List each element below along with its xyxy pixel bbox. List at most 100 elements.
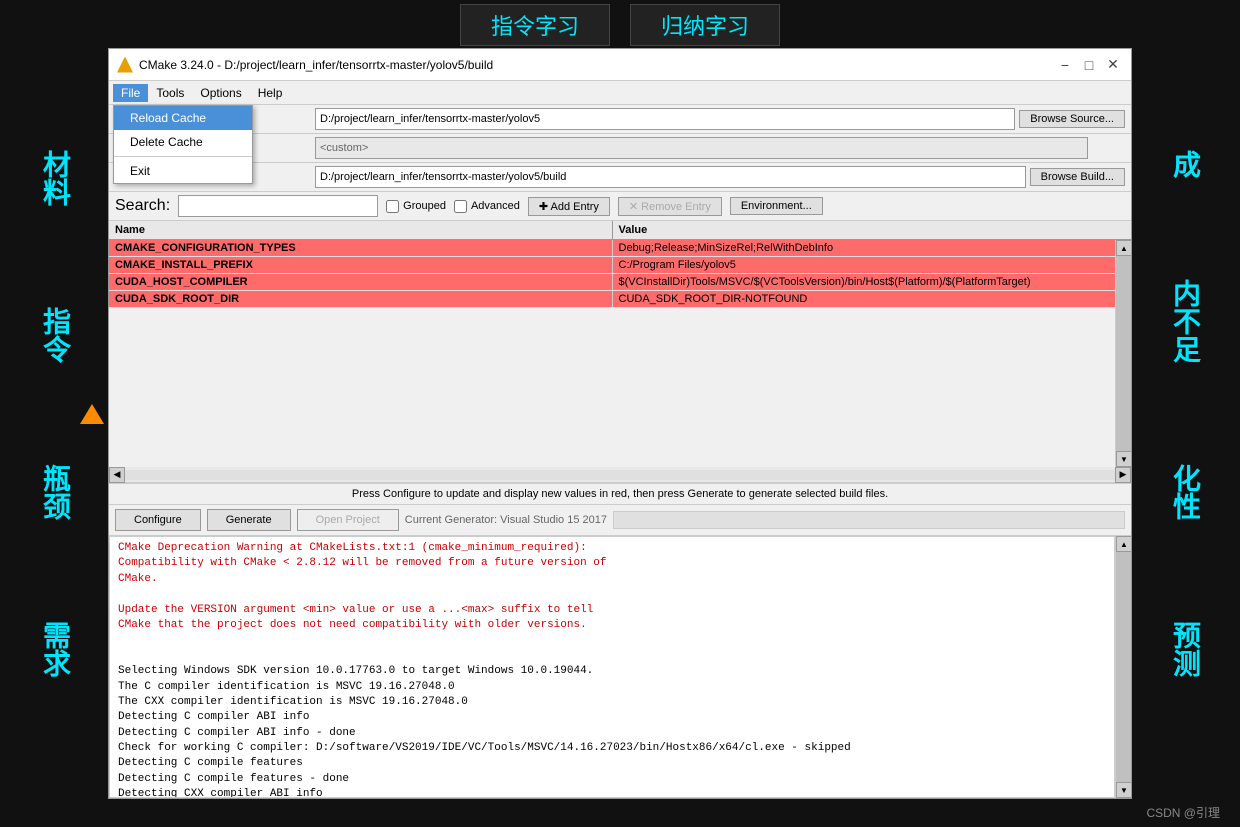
build-input[interactable] (315, 166, 1026, 188)
configure-button[interactable]: Configure (115, 509, 201, 531)
bg-bottom-text: CSDN @引理 (1146, 804, 1220, 821)
bg-btn-1[interactable]: 指令字习 (460, 4, 610, 46)
table-inner: CMAKE_CONFIGURATION_TYPES Debug;Release;… (109, 240, 1131, 467)
dropdown-divider (114, 156, 252, 157)
browse-source-button[interactable]: Browse Source... (1019, 110, 1125, 128)
log-line: Detecting C compile features (118, 756, 1106, 771)
log-line: Selecting Windows SDK version 10.0.17763… (118, 664, 1106, 679)
menu-file[interactable]: File (113, 84, 148, 102)
title-bar: CMake 3.24.0 - D:/project/learn_infer/te… (109, 49, 1131, 81)
menu-options[interactable]: Options (192, 84, 249, 102)
bg-left-text-3: 瓶颈 (35, 464, 75, 520)
table-row[interactable]: CUDA_HOST_COMPILER $(VCInstallDir)Tools/… (109, 274, 1115, 291)
vscroll-down-btn[interactable]: ▼ (1116, 451, 1131, 467)
maximize-button[interactable]: □ (1079, 55, 1099, 75)
table-row[interactable]: CMAKE_CONFIGURATION_TYPES Debug;Release;… (109, 240, 1115, 257)
bg-left-text-4: 需求 (35, 621, 75, 677)
log-line: The C compiler identification is MSVC 19… (118, 680, 1106, 695)
td-name-0: CMAKE_CONFIGURATION_TYPES (109, 240, 613, 256)
progress-bar (613, 511, 1125, 529)
table-row[interactable]: CUDA_SDK_ROOT_DIR CUDA_SDK_ROOT_DIR-NOTF… (109, 291, 1115, 308)
bg-btn-2[interactable]: 归纳字习 (630, 4, 780, 46)
build-row: Where to build the binaries: Browse Buil… (109, 163, 1131, 192)
log-line: The CXX compiler identification is MSVC … (118, 695, 1106, 710)
bg-right: 成 内不足 化性 预测 (1130, 0, 1240, 827)
vscroll-up-btn[interactable]: ▲ (1116, 240, 1131, 256)
add-entry-button[interactable]: ✚ Add Entry (528, 197, 610, 216)
arrow-up-icon (80, 404, 104, 424)
table-hscroll[interactable]: ◀ ▶ (109, 467, 1131, 483)
menu-tools[interactable]: Tools (148, 84, 192, 102)
log-line: Detecting C compile features - done (118, 772, 1106, 787)
menu-bar: File Tools Options Help Reload Cache Del… (109, 81, 1131, 105)
cmake-window: CMake 3.24.0 - D:/project/learn_infer/te… (108, 48, 1132, 799)
td-name-1: CMAKE_INSTALL_PREFIX (109, 257, 613, 273)
log-area[interactable]: CMake Deprecation Warning at CMakeLists.… (109, 536, 1115, 798)
log-vscroll-down[interactable]: ▼ (1116, 782, 1131, 798)
table-header-scroll-spacer (1115, 221, 1131, 239)
generator-text: Current Generator: Visual Studio 15 2017 (405, 514, 607, 526)
log-line (118, 649, 1106, 664)
source-row: Where is the source code: Browse Source.… (109, 105, 1131, 134)
log-line: CMake that the project does not need com… (118, 618, 1106, 633)
browse-build-button[interactable]: Browse Build... (1030, 168, 1125, 186)
td-name-2: CUDA_HOST_COMPILER (109, 274, 613, 290)
window-title: CMake 3.24.0 - D:/project/learn_infer/te… (139, 58, 1055, 72)
grouped-checkbox-label[interactable]: Grouped (386, 200, 446, 213)
vscroll-thumb[interactable] (1116, 256, 1131, 451)
close-button[interactable]: ✕ (1103, 55, 1123, 75)
grouped-label: Grouped (403, 200, 446, 212)
file-dropdown: Reload Cache Delete Cache Exit (113, 105, 253, 184)
custom-input[interactable] (315, 137, 1088, 159)
bg-bottom: CSDN @引理 (0, 797, 1240, 827)
dropdown-item-exit[interactable]: Exit (114, 159, 252, 183)
log-line: CMake. (118, 572, 1106, 587)
log-line: Update the VERSION argument <min> value … (118, 603, 1106, 618)
custom-row: ▼ (109, 134, 1131, 163)
hscroll-right-btn[interactable]: ▶ (1115, 467, 1131, 483)
table-header: Name Value (109, 221, 1131, 240)
advanced-label: Advanced (471, 200, 520, 212)
log-line: Detecting C compiler ABI info - done (118, 726, 1106, 741)
window-controls: − □ ✕ (1055, 55, 1123, 75)
open-project-button[interactable]: Open Project (297, 509, 399, 531)
dropdown-item-delete[interactable]: Delete Cache (114, 130, 252, 154)
generate-button[interactable]: Generate (207, 509, 291, 531)
menu-help[interactable]: Help (250, 84, 291, 102)
cmake-icon (117, 57, 133, 73)
search-input[interactable] (178, 195, 378, 217)
bg-left-text-1: 材料 (35, 150, 75, 206)
log-vscroll-thumb[interactable] (1116, 552, 1131, 782)
grouped-checkbox[interactable] (386, 200, 399, 213)
dropdown-item-reload[interactable]: Reload Cache (114, 106, 252, 130)
advanced-checkbox-label[interactable]: Advanced (454, 200, 520, 213)
col-value-header: Value (613, 221, 1116, 239)
bg-right-text-4: 预测 (1165, 621, 1205, 677)
minimize-button[interactable]: − (1055, 55, 1075, 75)
log-vscroll[interactable]: ▲ ▼ (1115, 536, 1131, 798)
log-line: Compatibility with CMake < 2.8.12 will b… (118, 556, 1106, 571)
hscroll-left-btn[interactable]: ◀ (109, 467, 125, 483)
search-bar: Search: Grouped Advanced ✚ Add Entry ✕ R… (109, 192, 1131, 221)
bg-right-text-2: 内不足 (1165, 279, 1205, 363)
environment-button[interactable]: Environment... (730, 197, 823, 215)
log-inner: CMake Deprecation Warning at CMakeLists.… (109, 536, 1131, 798)
hscroll-track[interactable] (125, 470, 1115, 480)
table-body: CMAKE_CONFIGURATION_TYPES Debug;Release;… (109, 240, 1115, 467)
log-line: CMake Deprecation Warning at CMakeLists.… (118, 541, 1106, 556)
col-name-header: Name (109, 221, 613, 239)
source-input[interactable] (315, 108, 1015, 130)
td-name-3: CUDA_SDK_ROOT_DIR (109, 291, 613, 307)
remove-entry-button[interactable]: ✕ Remove Entry (618, 197, 722, 216)
bg-right-text-3: 化性 (1165, 464, 1205, 520)
log-line: Detecting CXX compiler ABI info (118, 787, 1106, 798)
log-vscroll-up[interactable]: ▲ (1116, 536, 1131, 552)
td-value-0: Debug;Release;MinSizeRel;RelWithDebInfo (613, 240, 1116, 256)
table-vscroll[interactable]: ▲ ▼ (1115, 240, 1131, 467)
table-container: Name Value CMAKE_CONFIGURATION_TYPES Deb… (109, 221, 1131, 484)
log-line (118, 587, 1106, 602)
advanced-checkbox[interactable] (454, 200, 467, 213)
table-row[interactable]: CMAKE_INSTALL_PREFIX C:/Program Files/yo… (109, 257, 1115, 274)
bg-left-text-2: 指令 (35, 307, 75, 363)
td-value-1: C:/Program Files/yolov5 (613, 257, 1116, 273)
